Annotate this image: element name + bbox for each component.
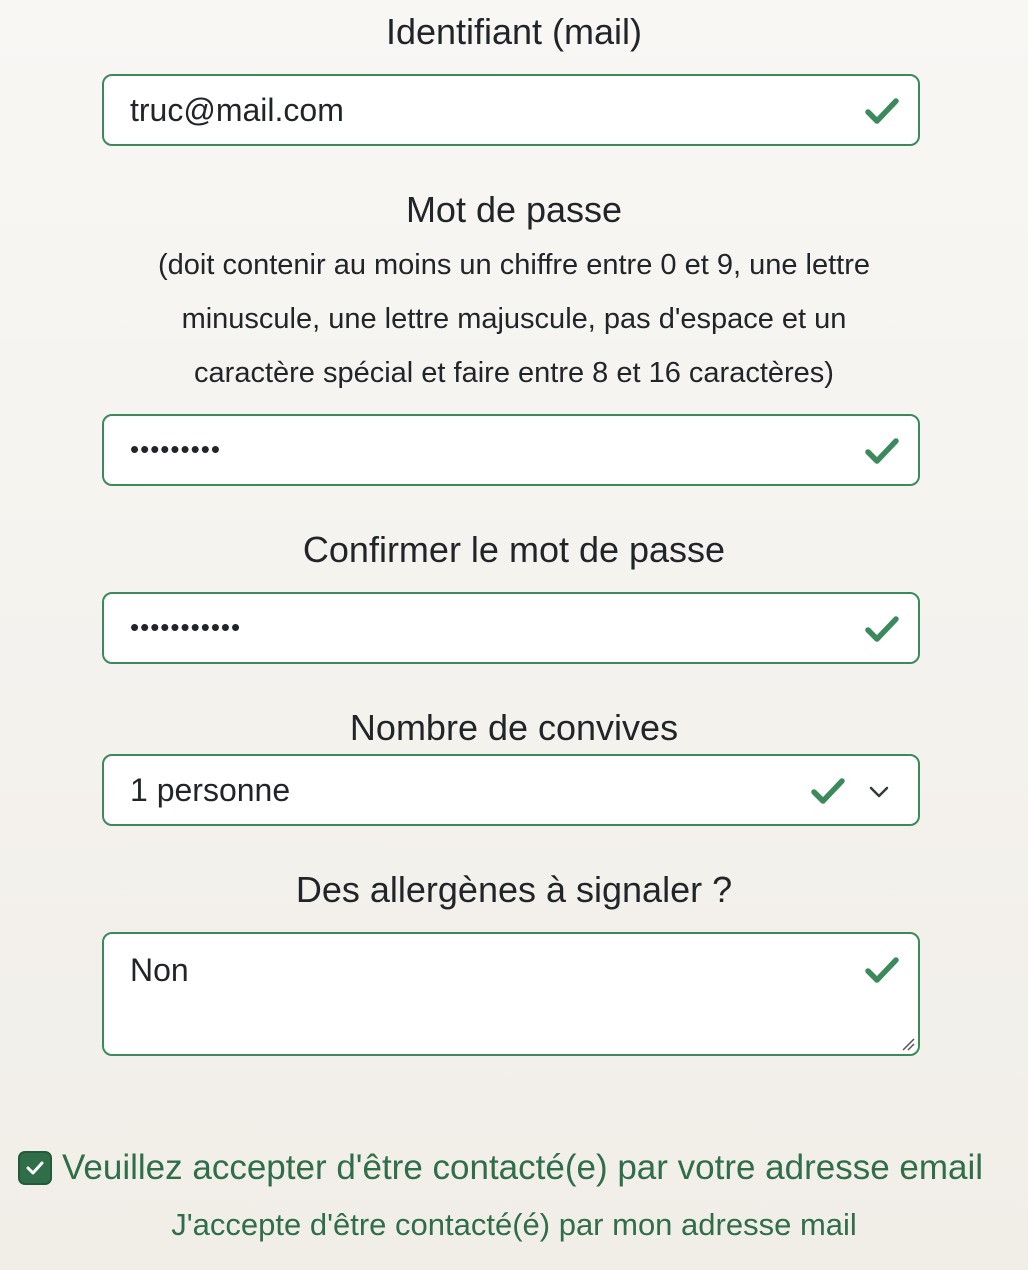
password-hint: (doit contenir au moins un chiffre entre…	[158, 249, 870, 389]
check-icon	[864, 93, 900, 129]
email-label: Identifiant (mail)	[385, 11, 643, 52]
allergens-value[interactable]: Non	[130, 938, 189, 1006]
check-icon	[864, 433, 900, 469]
guests-select[interactable]: 1 personne	[102, 754, 920, 826]
consent-confirmation-text: J'accepte d'être contacté(é) par mon adr…	[171, 1207, 857, 1242]
check-icon	[864, 952, 900, 988]
confirm-password-field[interactable]: •••••••••••	[102, 592, 920, 664]
check-icon	[864, 611, 900, 647]
consent-row[interactable]: Veuillez accepter d'être contacté(e) par…	[18, 1148, 983, 1188]
password-field[interactable]: •••••••••	[102, 414, 920, 486]
confirm-password-value[interactable]: •••••••••••	[130, 594, 241, 662]
consent-label[interactable]: Veuillez accepter d'être contacté(e) par…	[62, 1148, 983, 1188]
chevron-down-icon[interactable]	[868, 781, 890, 803]
password-value[interactable]: •••••••••	[130, 416, 221, 484]
consent-checkbox[interactable]	[18, 1151, 52, 1185]
email-field[interactable]: truc@mail.com	[102, 74, 920, 146]
allergens-textarea[interactable]: Non	[102, 932, 920, 1056]
guests-value[interactable]: 1 personne	[130, 756, 290, 824]
password-label: Mot de passe	[405, 189, 623, 230]
resize-handle-icon[interactable]	[901, 1037, 915, 1051]
confirm-password-label: Confirmer le mot de passe	[302, 529, 726, 570]
guests-label: Nombre de convives	[349, 707, 679, 748]
allergens-label: Des allergènes à signaler ?	[295, 869, 733, 910]
email-value[interactable]: truc@mail.com	[130, 76, 344, 144]
check-icon	[810, 773, 846, 809]
